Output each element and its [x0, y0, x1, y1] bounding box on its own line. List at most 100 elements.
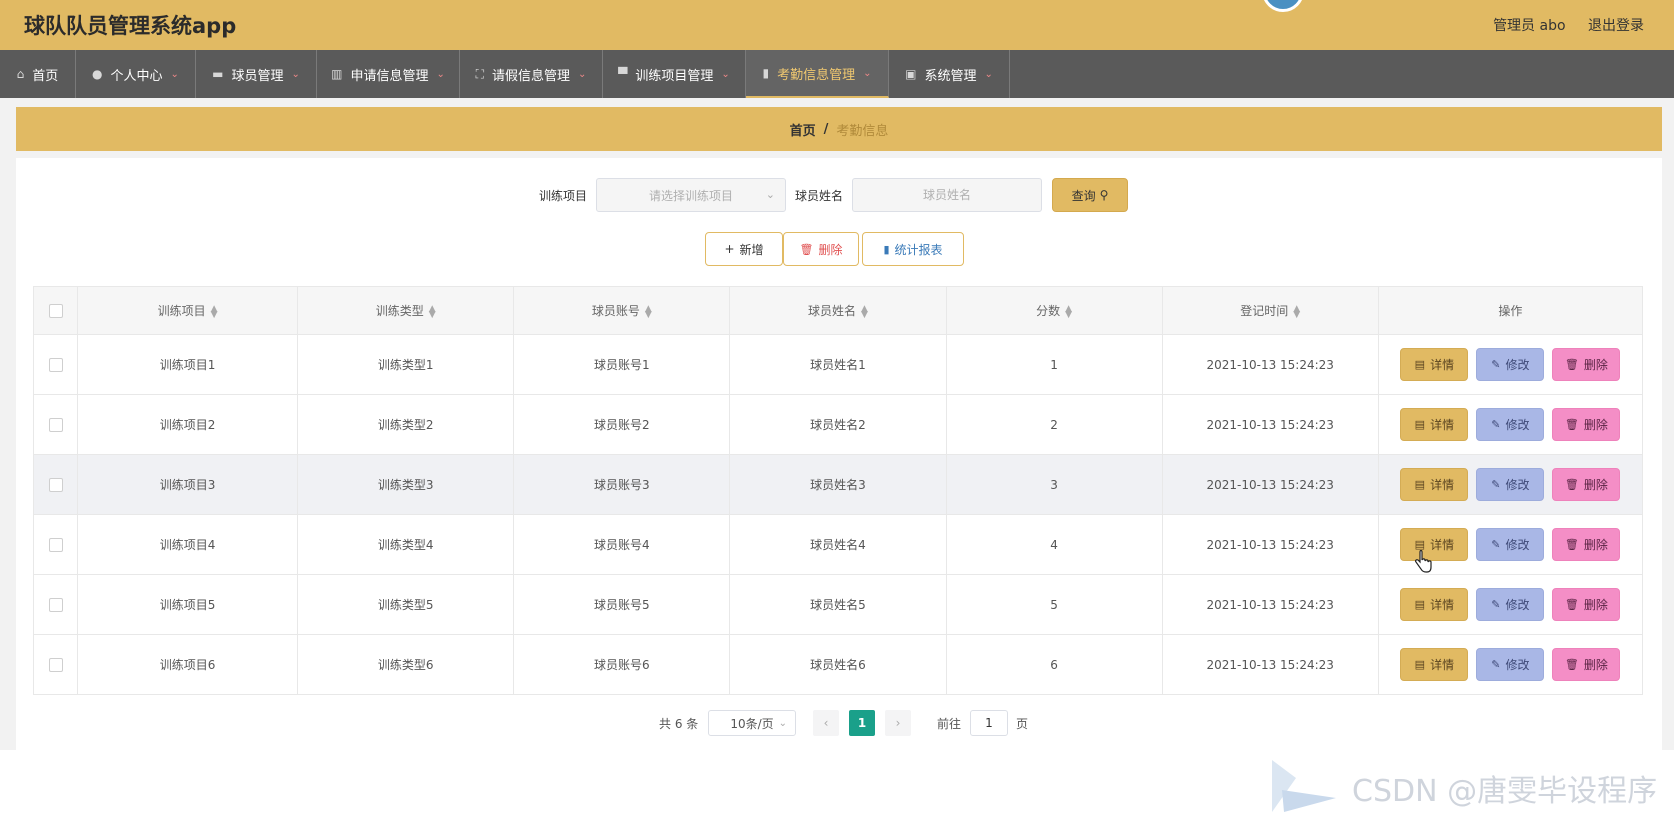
nav-item-leave[interactable]: ⛶ 请假信息管理 ⌄: [460, 50, 603, 98]
table-cell: 训练类型2: [297, 394, 515, 455]
row-actions: ▤ 详情 ✎ 修改 🗑 删除: [1379, 468, 1642, 501]
nav-item-applications[interactable]: ▥ 申请信息管理 ⌄: [317, 50, 460, 98]
chevron-down-icon: ⌄: [778, 717, 787, 729]
report-button[interactable]: ▮ 统计报表: [862, 232, 964, 266]
logout-link[interactable]: 退出登录: [1588, 18, 1644, 34]
edit-button[interactable]: ✎ 修改: [1476, 588, 1545, 621]
page-number-current[interactable]: 1: [849, 710, 875, 736]
player-icon: ▬: [212, 67, 224, 81]
detail-button[interactable]: ▤ 详情: [1400, 468, 1469, 501]
table-cell: 训练类型3: [297, 454, 515, 515]
sort-icon: ▲ ▼: [428, 303, 436, 320]
trash-icon: 🗑: [1564, 478, 1579, 491]
chevron-left-icon: ‹: [823, 716, 829, 730]
table-cell: 4: [945, 514, 1163, 575]
add-button[interactable]: + 新增: [705, 232, 783, 266]
table-cell: 球员姓名2: [729, 394, 947, 455]
table-cell: 训练项目4: [77, 514, 299, 575]
breadcrumb-current: 考勤信息: [836, 123, 889, 139]
breadcrumb-home[interactable]: 首页: [790, 120, 816, 139]
table-cell: 训练项目5: [77, 574, 299, 635]
trash-icon: 🗑: [1564, 658, 1579, 671]
avatar[interactable]: [1262, 0, 1304, 12]
delete-button[interactable]: 🗑 删除: [1552, 648, 1621, 681]
row-checkbox[interactable]: [48, 537, 63, 552]
column-header[interactable]: 分数 ▲ ▼: [945, 286, 1163, 335]
detail-button[interactable]: ▤ 详情: [1400, 528, 1469, 561]
table-cell: 训练项目6: [77, 634, 299, 695]
table-cell: 球员账号2: [513, 394, 731, 455]
pencil-icon: ✎: [1491, 358, 1501, 371]
row-checkbox[interactable]: [48, 417, 63, 432]
column-header[interactable]: 球员姓名 ▲ ▼: [729, 286, 947, 335]
nav-item-attendance[interactable]: ▮ 考勤信息管理 ⌄: [746, 50, 889, 98]
table-cell: 球员姓名3: [729, 454, 947, 515]
nav-item-profile[interactable]: ● 个人中心 ⌄: [76, 50, 196, 98]
table-row: 训练项目1 训练类型1 球员账号1 球员姓名1 1 2021-10-13 15:24:23…: [32, 334, 1644, 395]
row-checkbox[interactable]: [48, 657, 63, 672]
delete-button[interactable]: 🗑 删除: [1552, 588, 1621, 621]
hand-cursor-icon: [1415, 550, 1432, 573]
column-header[interactable]: 训练项目 ▲ ▼: [77, 286, 299, 335]
column-header[interactable]: 训练类型 ▲ ▼: [297, 286, 515, 335]
page-size-select[interactable]: 10条/页 ⌄: [708, 710, 796, 736]
document-icon: ▤: [1414, 358, 1426, 371]
nav-item-players[interactable]: ▬ 球员管理 ⌄: [196, 50, 317, 98]
attendance-table: 训练项目 ▲ ▼ 训练类型 ▲ ▼ 球员账号 ▲ ▼ 球员姓名 ▲ ▼ 分数 ▲ ▼ 登记时间 ▲ ▼ …: [32, 286, 1644, 695]
delete-button[interactable]: 🗑 删除: [1552, 348, 1621, 381]
sort-icon: ▲ ▼: [210, 303, 218, 320]
row-checkbox[interactable]: [48, 597, 63, 612]
edit-button[interactable]: ✎ 修改: [1476, 648, 1545, 681]
nav-item-label: 首页: [32, 68, 59, 84]
table-cell: 2021-10-13 15:24:23: [1161, 454, 1379, 515]
table-row: 训练项目5 训练类型5 球员账号5 球员姓名5 5 2021-10-13 15:24:23…: [32, 574, 1644, 635]
nav-item-system[interactable]: ▣ 系统管理 ⌄: [889, 50, 1010, 98]
table-cell: 2: [945, 394, 1163, 455]
goto-label: 前往: [937, 716, 962, 731]
delete-button[interactable]: 🗑 删除: [1552, 408, 1621, 441]
delete-button[interactable]: 🗑 删除: [1552, 468, 1621, 501]
table-cell: 3: [945, 454, 1163, 515]
player-name-input[interactable]: [852, 178, 1042, 212]
edit-button[interactable]: ✎ 修改: [1476, 348, 1545, 381]
watermark-logo-icon: [1272, 760, 1336, 812]
row-checkbox[interactable]: [48, 357, 63, 372]
nav-item-label: 球员管理: [231, 68, 284, 84]
table-cell: 球员姓名6: [729, 634, 947, 695]
prev-page-button[interactable]: ‹: [813, 710, 839, 736]
row-actions: ▤ 详情 ✎ 修改 🗑 删除: [1379, 408, 1642, 441]
frame-icon: ⛶: [475, 66, 484, 81]
detail-button[interactable]: ▤ 详情: [1400, 348, 1469, 381]
table-header-row: 训练项目 ▲ ▼ 训练类型 ▲ ▼ 球员账号 ▲ ▼ 球员姓名 ▲ ▼ 分数 ▲ ▼ 登记时间 ▲ ▼ …: [32, 286, 1644, 335]
chevron-down-icon: ⌄: [170, 68, 179, 80]
next-page-button[interactable]: ›: [885, 710, 911, 736]
nav-item-label: 系统管理: [924, 68, 977, 84]
batch-delete-button[interactable]: 🗑 删除: [783, 232, 859, 266]
table-row: 训练项目4 训练类型4 球员账号4 球员姓名4 4 2021-10-13 15:24:23…: [32, 514, 1644, 575]
goto-page-input[interactable]: [970, 710, 1008, 736]
table-cell: 训练项目1: [77, 334, 299, 395]
column-header[interactable]: 登记时间 ▲ ▼: [1161, 286, 1379, 335]
detail-button[interactable]: ▤ 详情: [1400, 648, 1469, 681]
column-header[interactable]: 球员账号 ▲ ▼: [513, 286, 731, 335]
table-cell: 1: [945, 334, 1163, 395]
query-button[interactable]: 查询 ⚲: [1052, 178, 1128, 212]
project-select[interactable]: 请选择训练项目 ⌄: [596, 178, 786, 212]
detail-button[interactable]: ▤ 详情: [1400, 408, 1469, 441]
table-cell: 训练类型4: [297, 514, 515, 575]
table-body: 训练项目1 训练类型1 球员账号1 球员姓名1 1 2021-10-13 15:24:23…: [32, 334, 1644, 695]
edit-button[interactable]: ✎ 修改: [1476, 468, 1545, 501]
pencil-icon: ✎: [1491, 658, 1501, 671]
breadcrumb-separator: /: [823, 121, 829, 137]
edit-button[interactable]: ✎ 修改: [1476, 528, 1545, 561]
detail-button[interactable]: ▤ 详情: [1400, 588, 1469, 621]
select-all-checkbox[interactable]: [48, 303, 63, 318]
table-cell: 2021-10-13 15:24:23: [1161, 394, 1379, 455]
table-row: 训练项目2 训练类型2 球员账号2 球员姓名2 2 2021-10-13 15:24:23…: [32, 394, 1644, 455]
edit-button[interactable]: ✎ 修改: [1476, 408, 1545, 441]
delete-button[interactable]: 🗑 删除: [1552, 528, 1621, 561]
add-button-label: 新增: [739, 242, 764, 257]
row-checkbox[interactable]: [48, 477, 63, 492]
nav-item-home[interactable]: ⌂ 首页: [0, 50, 76, 98]
nav-item-training[interactable]: ▀ 训练项目管理 ⌄: [603, 50, 746, 98]
